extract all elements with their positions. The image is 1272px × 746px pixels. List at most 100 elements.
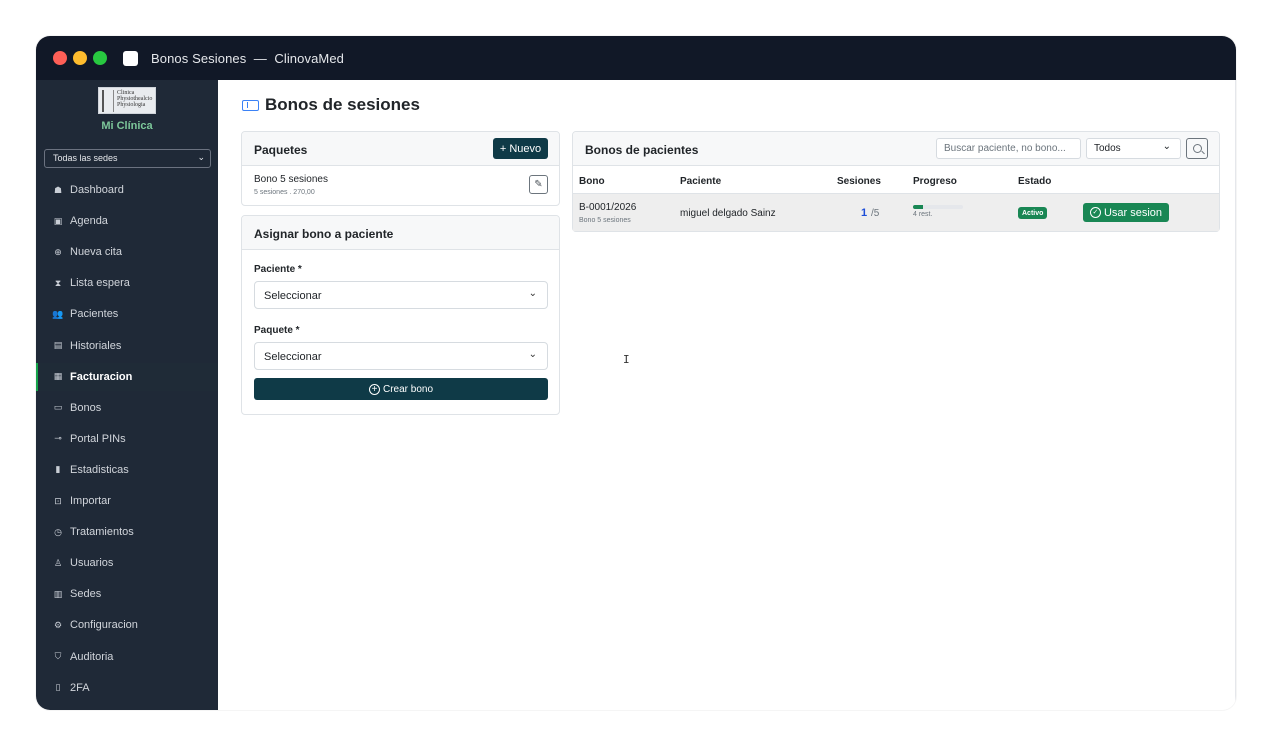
minimize-window-button[interactable] — [73, 51, 87, 65]
sidebar-item-label: Historiales — [70, 339, 122, 352]
assign-bono-card: Asignar bono a paciente Paciente * Selec… — [241, 215, 560, 415]
assign-title: Asignar bono a paciente — [254, 227, 394, 241]
file-import-icon: ⊡ — [54, 495, 62, 506]
package-select[interactable]: Seleccionar ⌄ — [254, 342, 548, 370]
sidebar-item-estadisticas[interactable]: ▮ Estadisticas — [36, 456, 218, 484]
column-header-progreso[interactable]: Progreso — [913, 176, 957, 187]
close-window-button[interactable] — [53, 51, 67, 65]
column-header-sesiones[interactable]: Sesiones — [837, 176, 881, 187]
sidebar-item-dashboard[interactable]: ☗ Dashboard — [36, 176, 218, 204]
patient-bonos-card: Bonos de pacientes Buscar paciente, no b… — [572, 131, 1220, 232]
sidebar-item-facturacion[interactable]: ▦ Facturacion — [36, 362, 218, 391]
sidebar-item-label: Bonos — [70, 401, 102, 414]
status-badge: Activo — [1018, 207, 1048, 219]
patient-select[interactable]: Seleccionar ⌄ — [254, 281, 548, 309]
home-icon: ☗ — [53, 184, 63, 195]
sidebar-item-label: Tratamientos — [70, 526, 134, 539]
bar-chart-icon: ▮ — [55, 464, 61, 475]
sidebar-item-label: Agenda — [70, 215, 108, 228]
patient-bonos-title: Bonos de pacientes — [585, 143, 699, 157]
app-window: Bonos Sesiones — ClinovaMed Clinica Phys… — [36, 36, 1236, 710]
plus-circle-icon: ⊕ — [54, 246, 62, 257]
people-icon: 👥 — [52, 308, 64, 319]
search-button[interactable] — [1186, 138, 1208, 159]
patient-bonos-header: Bonos de pacientes Buscar paciente, no b… — [573, 132, 1219, 166]
chevron-down-icon: ⌄ — [528, 288, 537, 299]
column-header-paciente[interactable]: Paciente — [680, 176, 721, 187]
sidebar-item-label: Usuarios — [70, 557, 114, 570]
create-bono-button[interactable]: + Crear bono — [254, 378, 548, 400]
column-header-estado[interactable]: Estado — [1018, 176, 1051, 187]
progress-fill — [913, 205, 923, 209]
package-name[interactable]: Bono 5 sesiones — [254, 174, 328, 185]
sidebar-item-nueva-cita[interactable]: ⊕ Nueva cita — [36, 238, 218, 266]
sidebar-item-auditoria[interactable]: ⛉ Auditoria — [36, 643, 218, 671]
new-package-button[interactable]: + Nuevo — [493, 138, 548, 159]
patient-name: miguel delgado Sainz — [680, 208, 776, 219]
table-row: B-0001/2026 Bono 5 sesiones miguel delga… — [573, 194, 1219, 231]
calendar-icon: ▣ — [53, 215, 63, 226]
bono-id: B-0001/2026 — [579, 202, 637, 213]
packages-card: Paquetes + Nuevo Bono 5 sesiones 5 sesio… — [241, 131, 560, 206]
sidebar-item-historiales[interactable]: ▤ Historiales — [36, 332, 218, 360]
status-filter-select[interactable]: Todos ⌄ — [1086, 138, 1181, 159]
pencil-icon: ✎ — [534, 179, 543, 190]
window-title: Bonos Sesiones — ClinovaMed — [151, 51, 344, 66]
page-title: Bonos de sesiones — [242, 95, 420, 115]
sidebar-item-label: Lista espera — [70, 277, 130, 290]
title-bar: Bonos Sesiones — ClinovaMed — [36, 36, 1236, 80]
plus-circle-icon: + — [368, 383, 380, 395]
hourglass-icon: ⧗ — [54, 277, 62, 288]
packages-title: Paquetes — [254, 143, 308, 157]
sidebar-item-portal-pins[interactable]: ⊸ Portal PINs — [36, 425, 218, 453]
bono-package: Bono 5 sesiones — [579, 217, 631, 224]
ticket-icon — [242, 99, 259, 111]
column-header-bono[interactable]: Bono — [579, 176, 605, 187]
key-icon: ⊸ — [54, 433, 62, 444]
sidebar-item-label: Estadisticas — [70, 463, 129, 476]
sidebar: Clinica Physiothealcio Physiologia Mi Cl… — [36, 80, 218, 710]
chevron-down-icon: ⌄ — [197, 152, 205, 162]
gear-icon: ⚙ — [53, 619, 63, 630]
sidebar-item-importar[interactable]: ⊡ Importar — [36, 487, 218, 515]
sessions-remaining: 4 rest. — [913, 211, 933, 218]
sidebar-item-bonos[interactable]: ▭ Bonos — [36, 394, 218, 422]
maximize-window-button[interactable] — [93, 51, 107, 65]
clinic-name: Mi Clínica — [101, 120, 153, 132]
sede-select[interactable]: Todas las sedes ⌄ — [44, 149, 211, 168]
user-gear-icon: ♙ — [53, 557, 63, 568]
sidebar-item-label: Facturacion — [70, 370, 133, 383]
sidebar-item-label: Auditoria — [70, 650, 114, 663]
sidebar-item-tratamientos[interactable]: ◷ Tratamientos — [36, 518, 218, 546]
chevron-down-icon: ⌄ — [1162, 141, 1171, 152]
edit-package-button[interactable]: ✎ — [529, 175, 548, 194]
sidebar-item-label: Dashboard — [70, 184, 124, 196]
chevron-down-icon: ⌄ — [528, 349, 537, 360]
sessions-used: 1 — [861, 207, 868, 219]
clock-icon: ◷ — [54, 526, 62, 537]
sidebar-item-configuracion[interactable]: ⚙ Configuracion — [36, 611, 218, 639]
progress-bar — [913, 205, 963, 209]
sidebar-item-2fa[interactable]: ▯ 2FA — [36, 674, 218, 702]
assign-card-header: Asignar bono a paciente — [242, 216, 559, 250]
package-label: Paquete * — [254, 325, 300, 336]
sidebar-item-pacientes[interactable]: 👥 Pacientes — [36, 300, 218, 328]
sidebar-item-label: 2FA — [70, 681, 90, 694]
shield-icon: ⛉ — [54, 651, 62, 661]
ticket-icon: ▭ — [53, 402, 63, 413]
phone-icon: ▯ — [55, 682, 61, 693]
sidebar-item-label: Nueva cita — [70, 246, 122, 259]
sidebar-item-label: Configuracion — [70, 619, 138, 632]
sidebar-item-agenda[interactable]: ▣ Agenda — [36, 207, 218, 235]
search-icon — [1192, 144, 1202, 153]
search-input[interactable]: Buscar paciente, no bono... — [936, 138, 1081, 159]
sessions-total: /5 — [871, 208, 880, 219]
check-circle-icon: ✓ — [1089, 207, 1101, 218]
sidebar-item-usuarios[interactable]: ♙ Usuarios — [36, 549, 218, 577]
use-session-button[interactable]: ✓ Usar sesion — [1083, 203, 1169, 222]
sidebar-item-lista-espera[interactable]: ⧗ Lista espera — [36, 269, 218, 297]
receipt-icon: ▦ — [53, 371, 63, 382]
sidebar-item-sedes[interactable]: ▥ Sedes — [36, 580, 218, 608]
text-cursor-icon: I — [623, 353, 630, 366]
sidebar-item-label: Importar — [70, 495, 111, 507]
